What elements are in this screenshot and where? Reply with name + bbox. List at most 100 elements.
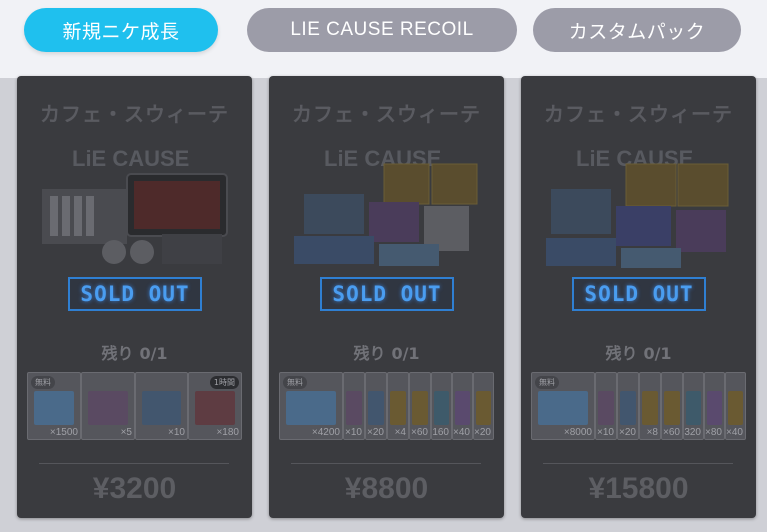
pack-items: 無料 ×4200 ×10 ×20 ×4 ×60 160 ×40 ×20: [279, 372, 494, 440]
remaining-label: 残り: [101, 344, 134, 363]
item-quantity: ×60: [411, 427, 428, 438]
pack-item[interactable]: 無料 ×8000: [531, 372, 595, 440]
tab-custom-pack[interactable]: カスタムパック: [533, 8, 741, 52]
pack-title: カフェ・スウィーテ: [40, 102, 229, 126]
free-tag: 無料: [283, 376, 307, 389]
tab-label: カスタムパック: [568, 21, 706, 43]
pack-item[interactable]: ×10: [343, 372, 365, 440]
item-icon: [390, 391, 406, 425]
pack-title: カフェ・スウィーテ: [544, 102, 733, 126]
item-quantity: ×60: [663, 427, 680, 438]
remaining-value: 0/1: [391, 344, 420, 363]
item-quantity: 320: [684, 427, 701, 438]
pack-price: ¥15800: [588, 472, 689, 505]
item-icon: [368, 391, 384, 425]
item-quantity: ×4: [394, 427, 406, 438]
remaining-value: 0/1: [643, 344, 672, 363]
sold-out-stamp: SOLD OUT: [68, 277, 202, 311]
tab-label: 新規ニケ成長: [62, 21, 180, 43]
remaining-count: 残り 0/1: [521, 340, 756, 364]
pack-item[interactable]: ×60: [661, 372, 683, 440]
pack-price: ¥3200: [92, 472, 177, 505]
tab-label: LIE CAUSE RECOIL: [290, 19, 474, 40]
pack-item[interactable]: ×20: [365, 372, 387, 440]
pack-item[interactable]: 160: [431, 372, 452, 440]
item-quantity: ×8000: [563, 427, 592, 438]
item-quantity: ×10: [597, 427, 614, 438]
item-quantity: ×80: [705, 427, 722, 438]
tab-new-nikke-growth[interactable]: 新規ニケ成長: [24, 8, 218, 52]
item-quantity: ×180: [216, 427, 239, 438]
item-quantity: ×8: [646, 427, 658, 438]
sold-out-stamp: SOLD OUT: [572, 277, 706, 311]
tab-bar: 新規ニケ成長 LIE CAUSE RECOIL カスタムパック: [0, 0, 767, 78]
pack-item[interactable]: ×8: [639, 372, 661, 440]
pack-items: 無料 ×8000 ×10 ×20 ×8 ×60 320 ×80 ×40: [531, 372, 746, 440]
item-icon: [707, 391, 722, 425]
pack-item[interactable]: ×40: [725, 372, 746, 440]
item-icon: [34, 391, 74, 425]
item-icon: [538, 391, 588, 425]
divider: [543, 463, 733, 464]
tab-lie-cause-recoil[interactable]: LIE CAUSE RECOIL: [247, 8, 517, 52]
remaining-label: 残り: [353, 344, 386, 363]
pack-item[interactable]: ×10: [135, 372, 188, 440]
pack-item[interactable]: ×5: [81, 372, 135, 440]
remaining-count: 残り 0/1: [269, 340, 504, 364]
pack-item[interactable]: 1時間 ×180: [188, 372, 242, 440]
item-icon: [142, 391, 181, 425]
pack-item[interactable]: ×20: [617, 372, 639, 440]
item-quantity: ×20: [367, 427, 384, 438]
item-icon: [728, 391, 743, 425]
sold-out-stamp: SOLD OUT: [320, 277, 454, 311]
item-quantity: ×5: [120, 427, 132, 438]
item-quantity: ×20: [619, 427, 636, 438]
pack-title: カフェ・スウィーテ: [292, 102, 481, 126]
item-icon: [434, 391, 449, 425]
item-icon: [195, 391, 235, 425]
pack-item[interactable]: 320: [683, 372, 704, 440]
item-quantity: ×4200: [311, 427, 340, 438]
pack-item[interactable]: ×10: [595, 372, 617, 440]
item-quantity: ×20: [474, 427, 491, 438]
divider: [291, 463, 481, 464]
remaining-count: 残り 0/1: [17, 340, 252, 364]
item-quantity: ×40: [726, 427, 743, 438]
pack-item[interactable]: 無料 ×1500: [27, 372, 81, 440]
pack-art-image: LiE CAUSE: [294, 146, 478, 266]
free-tag: 無料: [31, 376, 55, 389]
remaining-value: 0/1: [139, 344, 168, 363]
pack-item[interactable]: ×60: [409, 372, 431, 440]
pack-price: ¥8800: [344, 472, 429, 505]
item-icon: [455, 391, 470, 425]
pack-art-image: LiE CAUSE: [546, 146, 729, 268]
item-icon: [88, 391, 128, 425]
item-quantity: ×10: [168, 427, 185, 438]
pack-items: 無料 ×1500 ×5 ×10 1時間 ×180: [27, 372, 242, 440]
free-tag: 無料: [535, 376, 559, 389]
pack-card-1[interactable]: カフェ・スウィーテ LiE CAUSE SOLD OUT 残り 0/1 無料 ×1…: [17, 76, 252, 518]
pack-card-2[interactable]: カフェ・スウィーテ LiE CAUSE SOLD OUT 残り 0/1 無料 ×4…: [269, 76, 504, 518]
pack-item[interactable]: ×80: [704, 372, 725, 440]
item-quantity: ×1500: [49, 427, 78, 438]
item-quantity: 160: [432, 427, 449, 438]
pack-item[interactable]: ×40: [452, 372, 473, 440]
item-quantity: ×10: [345, 427, 362, 438]
divider: [39, 463, 229, 464]
item-icon: [476, 391, 491, 425]
pack-card-3[interactable]: カフェ・スウィーテ LiE CAUSE SOLD OUT 残り 0/1 無料 ×8…: [521, 76, 756, 518]
item-icon: [286, 391, 336, 425]
pack-item[interactable]: ×4: [387, 372, 409, 440]
item-icon: [664, 391, 680, 425]
svg-text:LiE CAUSE: LiE CAUSE: [72, 146, 189, 171]
item-icon: [620, 391, 636, 425]
item-quantity: ×40: [453, 427, 470, 438]
pack-item[interactable]: 無料 ×4200: [279, 372, 343, 440]
item-icon: [412, 391, 428, 425]
item-icon: [346, 391, 362, 425]
item-icon: [642, 391, 658, 425]
pack-item[interactable]: ×20: [473, 372, 494, 440]
time-limited-tag: 1時間: [209, 376, 239, 389]
pack-art-image: LiE CAUSE: [42, 146, 228, 264]
item-icon: [598, 391, 614, 425]
